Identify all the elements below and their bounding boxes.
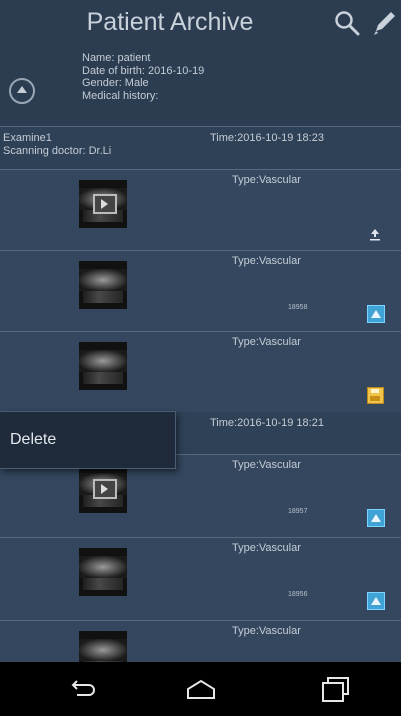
cloud-icon[interactable] (367, 305, 385, 323)
edit-icon[interactable] (370, 9, 398, 37)
cloud-icon[interactable] (367, 592, 385, 610)
ultrasound-thumbnail[interactable] (79, 342, 127, 390)
image-card[interactable]: Type:Vascular (0, 169, 401, 250)
context-menu: Delete (0, 411, 176, 469)
collapse-button[interactable] (9, 78, 35, 104)
exam-doctor: Scanning doctor: Dr.Li (3, 145, 112, 157)
system-nav-bar (0, 662, 401, 716)
patient-info-panel: Name: patient Date of birth: 2016-10-19 … (0, 46, 401, 127)
image-number: 18958 (288, 304, 308, 311)
back-icon[interactable] (65, 672, 99, 706)
save-icon[interactable] (367, 387, 384, 404)
ultrasound-thumbnail[interactable] (79, 180, 127, 228)
app-header: Patient Archive (0, 0, 401, 46)
chevron-up-icon (17, 86, 27, 93)
card-type: Type:Vascular (232, 625, 301, 637)
patient-dob: Date of birth: 2016-10-19 (82, 64, 205, 77)
upload-icon[interactable] (368, 227, 382, 241)
exam-name: Examine1 (3, 132, 52, 144)
card-type: Type:Vascular (232, 174, 301, 186)
recents-icon[interactable] (318, 672, 352, 706)
image-card[interactable]: Type:Vascular 18958 (0, 250, 401, 331)
video-icon (93, 194, 117, 214)
ultrasound-thumbnail[interactable] (79, 261, 127, 309)
home-icon[interactable] (184, 672, 218, 706)
cloud-icon[interactable] (367, 509, 385, 527)
delete-menu-item[interactable]: Delete (10, 431, 56, 449)
image-card[interactable]: Type:Vascular 18956 (0, 537, 401, 618)
page-title: Patient Archive (86, 8, 254, 36)
exam-header[interactable]: Examine1 Scanning doctor: Dr.Li Time:201… (0, 127, 401, 169)
video-icon (93, 479, 117, 499)
image-card[interactable]: Type:Vascular (0, 331, 401, 412)
image-number: 18957 (288, 508, 308, 515)
image-number: 18956 (288, 591, 308, 598)
card-type: Type:Vascular (232, 336, 301, 348)
card-type: Type:Vascular (232, 459, 301, 471)
patient-history: Medical history: (82, 89, 159, 102)
ultrasound-thumbnail[interactable] (79, 548, 127, 596)
patient-gender: Gender: Male (82, 77, 149, 89)
ultrasound-thumbnail[interactable] (79, 465, 127, 513)
search-icon[interactable] (334, 10, 360, 36)
card-type: Type:Vascular (232, 542, 301, 554)
patient-details: Name: patient Date of birth: 2016-10-19 … (82, 52, 204, 102)
exam-time: Time:2016-10-19 18:23 (210, 132, 324, 144)
exam-time: Time:2016-10-19 18:21 (210, 417, 324, 429)
patient-name: Name: patient (82, 52, 151, 64)
card-type: Type:Vascular (232, 255, 301, 267)
